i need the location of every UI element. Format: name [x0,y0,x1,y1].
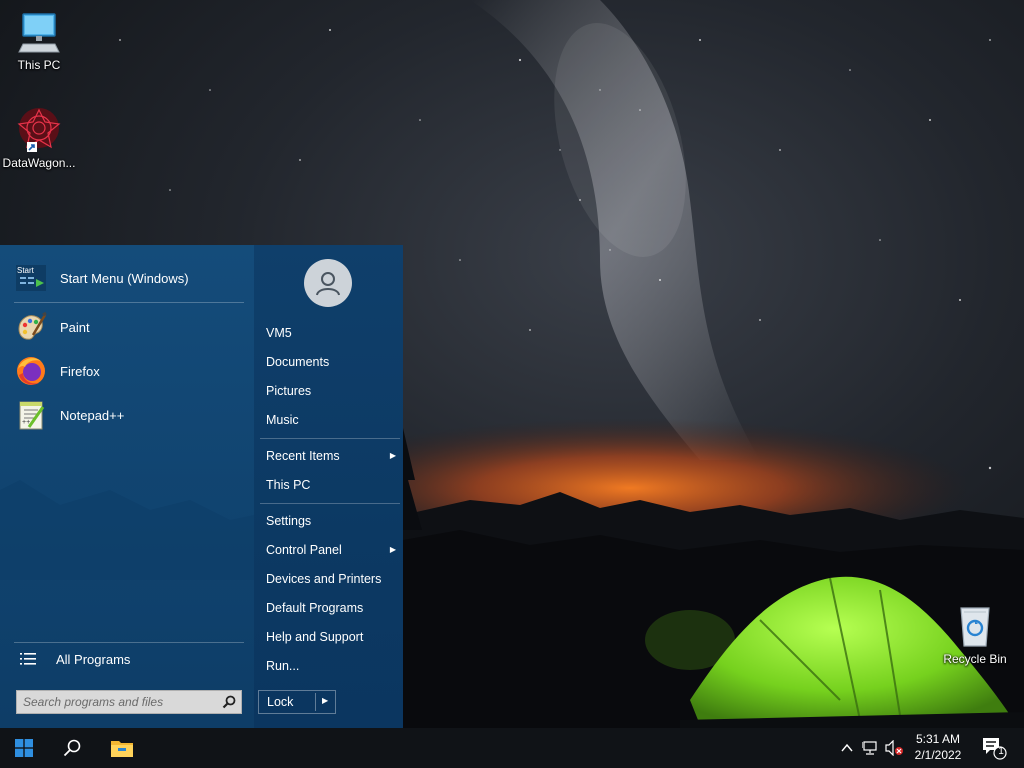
menu-item-control-panel[interactable]: Control Panel ▶ [266,539,396,561]
menu-item-label: Devices and Printers [266,572,382,586]
program-label: Paint [60,319,90,335]
datawagon-icon [17,108,61,152]
divider [260,438,400,439]
clock[interactable]: 5:31 AM 2/1/2022 [906,731,970,763]
network-icon[interactable] [862,740,880,756]
clock-time: 5:31 AM [915,732,961,746]
divider [315,693,316,711]
menu-item-label: Control Panel [266,543,342,557]
taskbar-file-explorer-button[interactable] [98,728,146,768]
menu-item-music[interactable]: Music [266,409,396,431]
menu-item-label: Documents [266,355,330,369]
firefox-icon [14,354,48,388]
action-center-button[interactable]: 1 [972,728,1016,768]
divider [260,503,400,504]
search-icon [63,739,81,757]
start-menu-programs-pane: Start Start Menu (Windows) Paint Firefox… [0,245,254,728]
menu-item-help-and-support[interactable]: Help and Support [266,626,396,648]
program-notepad-plus-plus[interactable]: ++ Notepad++ [14,396,244,434]
paint-icon [14,310,48,344]
volume-muted-icon[interactable] [885,740,905,756]
divider [14,302,244,303]
menu-item-vm5[interactable]: VM5 [266,322,396,344]
program-label: Start Menu (Windows) [60,270,189,286]
taskbar-search-button[interactable] [48,728,96,768]
menu-item-label: Recent Items [266,449,340,463]
desktop-icon-label: DataWagon... [2,156,76,170]
submenu-arrow-icon: ▶ [389,451,396,460]
program-label: Notepad++ [60,407,125,423]
clock-date: 2/1/2022 [914,748,962,762]
search-box[interactable] [16,690,242,714]
power-options-arrow-icon[interactable]: ▶ [322,696,328,705]
menu-item-label: Settings [266,514,312,528]
menu-item-label: Default Programs [266,601,364,615]
menu-item-devices-and-printers[interactable]: Devices and Printers [266,568,396,590]
menu-item-pictures[interactable]: Pictures [266,380,396,402]
search-icon[interactable] [222,695,236,709]
menu-item-documents[interactable]: Documents [266,351,396,373]
svg-text:Start: Start [17,266,35,275]
desktop-icon-datawagon[interactable]: DataWagon... [0,106,79,170]
menu-item-recent-items[interactable]: Recent Items ▶ [266,445,396,467]
menu-item-label: Pictures [266,384,312,398]
menu-item-label: This PC [266,478,311,492]
all-programs-label: All Programs [56,651,131,667]
start-menu-places-pane: VM5 Documents Pictures Music Recent Item… [255,245,403,728]
menu-item-default-programs[interactable]: Default Programs [266,597,396,619]
start-menu: Start Start Menu (Windows) Paint Firefox… [0,245,403,728]
menu-item-label: VM5 [266,326,292,340]
program-label: Firefox [60,363,100,379]
start-menu-background-mountains [0,480,254,580]
user-icon [316,272,340,296]
program-firefox[interactable]: Firefox [14,352,244,390]
notepad-plus-plus-icon: ++ [14,398,48,432]
user-avatar[interactable] [304,259,352,307]
menu-item-settings[interactable]: Settings [266,510,396,532]
start-menu-settings-icon: Start [14,261,48,295]
menu-item-label: Music [266,413,299,427]
search-input[interactable] [17,691,213,713]
notification-count-badge: 1 [998,746,1004,757]
submenu-arrow-icon: ▶ [389,545,396,554]
desktop-icon-recycle-bin[interactable]: Recycle Bin [935,602,1015,666]
desktop-icon-label: This PC [17,58,61,72]
list-icon [14,642,42,676]
svg-text:++: ++ [22,419,30,426]
desktop-icon-this-pc[interactable]: This PC [0,8,79,72]
taskbar: 5:31 AM 2/1/2022 1 [0,728,1024,768]
menu-item-label: Run... [266,659,300,673]
recycle-bin-icon [960,607,990,647]
show-hidden-icons-chevron-icon[interactable] [840,740,854,756]
computer-icon [18,13,60,53]
menu-item-run[interactable]: Run... [266,655,396,677]
lock-button[interactable]: Lock ▶ [258,690,336,714]
windows-start-icon [15,739,33,757]
file-explorer-icon [111,741,133,757]
menu-item-this-pc[interactable]: This PC [266,474,396,496]
program-start-menu-windows[interactable]: Start Start Menu (Windows) [14,259,244,297]
start-button[interactable] [0,728,48,768]
desktop-icon-label: Recycle Bin [943,652,1007,666]
program-paint[interactable]: Paint [14,308,244,346]
lock-label: Lock [267,695,294,709]
all-programs-button[interactable]: All Programs [14,641,244,677]
menu-item-label: Help and Support [266,630,364,644]
